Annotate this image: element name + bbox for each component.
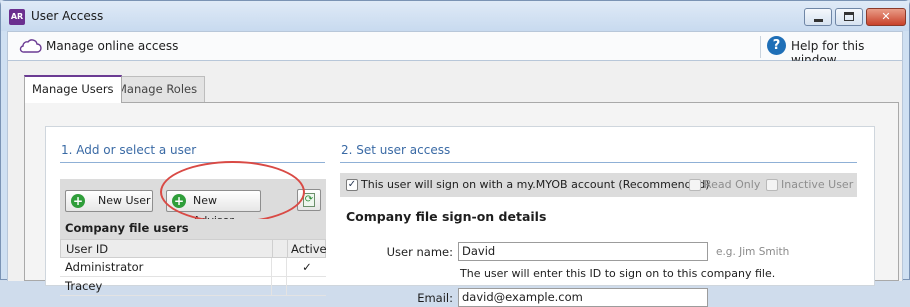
user-name-field[interactable]: David (458, 242, 708, 261)
column-header-active[interactable]: Active (291, 240, 327, 258)
table-row[interactable]: Administrator ✓ (60, 258, 326, 277)
column-divider (286, 258, 287, 276)
close-button[interactable] (866, 8, 906, 26)
column-divider (271, 258, 272, 276)
window-toolbar: Manage online access ? Help for this win… (7, 31, 903, 67)
inactive-user-checkbox[interactable] (766, 179, 778, 191)
user-id-cell: Administrator (65, 260, 144, 274)
maximize-button[interactable] (835, 8, 863, 26)
myob-account-checkbox[interactable]: ✓ (346, 179, 358, 191)
new-user-button[interactable]: + New User (65, 190, 153, 212)
checkmark-icon: ✓ (302, 260, 312, 274)
user-access-window: AR User Access Manage online access ? He… (0, 0, 910, 307)
manage-users-panel: 1. Add or select a user + New User + New… (24, 102, 899, 307)
access-options-bar: ✓ This user will sign on with a my.MYOB … (340, 173, 857, 197)
new-advisor-button[interactable]: + New Advisor (166, 190, 261, 227)
minimize-button[interactable] (804, 8, 832, 26)
refresh-button[interactable]: ⟳ (297, 189, 321, 211)
refresh-icon: ⟳ (303, 193, 315, 207)
inactive-user-label: Inactive User (781, 178, 854, 191)
users-grid-header: User ID Active (60, 239, 327, 258)
title-bar[interactable]: AR User Access (1, 1, 909, 31)
myob-account-checkbox-label[interactable]: This user will sign on with a my.MYOB ac… (361, 178, 710, 191)
toolbar-divider (760, 36, 761, 58)
section-divider (340, 162, 857, 163)
user-name-note: The user will enter this ID to sign on t… (460, 267, 776, 280)
users-toolbar: + New User + New Advisor ⟳ (60, 161, 326, 227)
plus-icon: + (71, 194, 85, 208)
help-icon[interactable]: ? (767, 36, 786, 55)
new-user-label: New User (98, 194, 151, 207)
read-only-checkbox[interactable] (689, 179, 701, 191)
column-divider (272, 240, 273, 257)
column-divider (287, 240, 288, 257)
sign-on-details-heading: Company file sign-on details (346, 209, 547, 224)
tab-manage-roles[interactable]: Manage Roles (109, 76, 206, 102)
client-area: Manage Users Manage Roles 1. Add or sele… (7, 61, 903, 307)
section-set-user-access-heading: 2. Set user access (341, 143, 451, 157)
email-label: Email: (417, 291, 453, 305)
user-name-label: User name: (386, 245, 453, 259)
column-header-user-id[interactable]: User ID (66, 240, 108, 258)
app-logo-icon: AR (9, 9, 25, 25)
section-add-select-user-heading: 1. Add or select a user (61, 143, 197, 157)
cloud-icon[interactable] (18, 38, 42, 57)
window-title: User Access (31, 9, 104, 23)
tab-manage-users[interactable]: Manage Users (24, 75, 122, 103)
company-file-users-label: Company file users (60, 219, 326, 239)
section-divider (60, 162, 325, 163)
plus-icon: + (172, 194, 186, 208)
manage-online-access-link[interactable]: Manage online access (46, 39, 178, 53)
read-only-label: Read Only (704, 178, 761, 191)
email-field[interactable]: david@example.com (458, 288, 708, 307)
content-frame: 1. Add or select a user + New User + New… (45, 126, 875, 307)
user-name-hint: e.g. Jim Smith (716, 246, 790, 258)
